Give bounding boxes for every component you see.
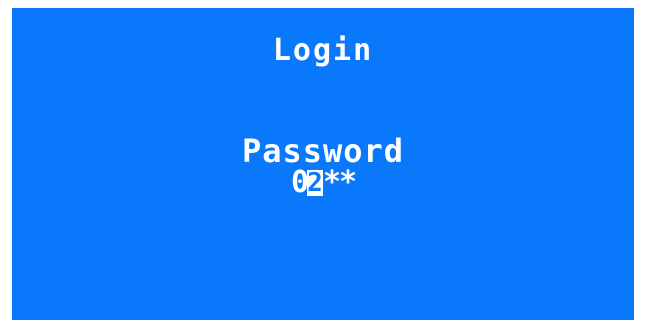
- password-digit-entered: 0: [291, 165, 310, 200]
- lcd-screen: Login Password 02**: [12, 8, 634, 320]
- password-mask-char: *: [323, 165, 342, 200]
- password-cursor[interactable]: 2: [307, 170, 323, 196]
- password-entry[interactable]: 02**: [12, 168, 634, 198]
- password-label: Password: [241, 132, 405, 170]
- login-title: Login: [272, 33, 374, 68]
- password-mask-char: *: [339, 165, 358, 200]
